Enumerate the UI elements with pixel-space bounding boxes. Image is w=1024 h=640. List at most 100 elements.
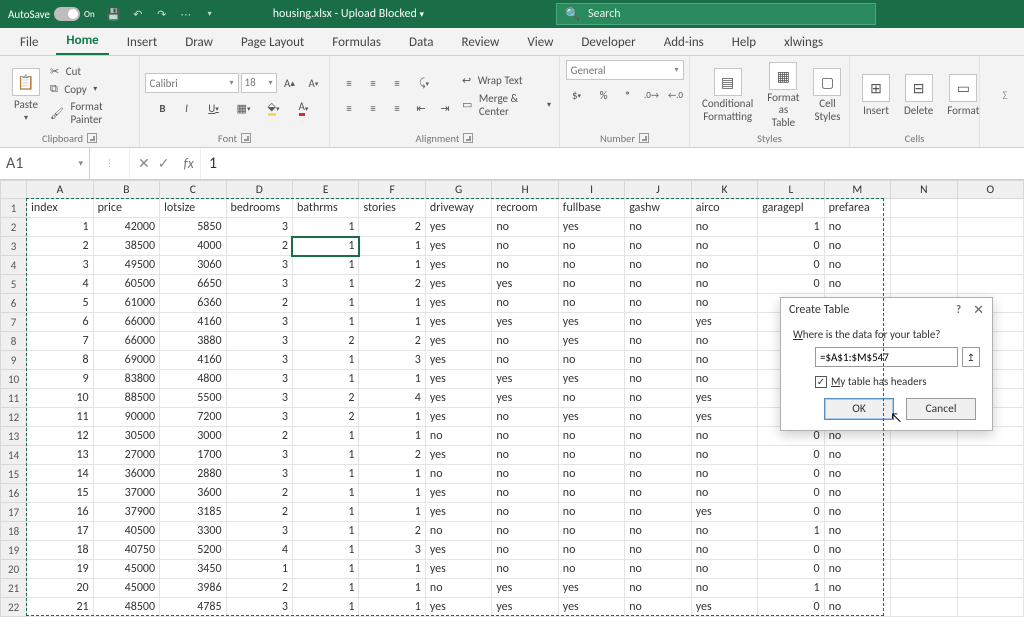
cell[interactable]: yes xyxy=(425,389,491,408)
row-header[interactable]: 22 xyxy=(1,598,27,617)
cell[interactable] xyxy=(957,256,1023,275)
column-header-I[interactable]: I xyxy=(558,181,624,199)
cell[interactable]: no xyxy=(558,446,624,465)
cell[interactable]: no xyxy=(691,579,757,598)
cell[interactable]: yes xyxy=(492,275,558,294)
tab-data[interactable]: Data xyxy=(399,30,444,55)
cell[interactable]: no xyxy=(492,560,558,579)
cell[interactable]: 18 xyxy=(27,541,93,560)
cell[interactable]: no xyxy=(691,294,757,313)
autosave-toggle[interactable] xyxy=(54,7,80,21)
cell[interactable]: 3880 xyxy=(160,332,226,351)
cell[interactable] xyxy=(957,541,1023,560)
cell[interactable]: bathrms xyxy=(292,199,358,218)
cell[interactable]: 3 xyxy=(226,256,292,275)
cell[interactable]: 2 xyxy=(292,389,358,408)
tab-file[interactable]: File xyxy=(10,30,48,55)
cell[interactable]: 1 xyxy=(292,256,358,275)
column-header-B[interactable]: B xyxy=(93,181,159,199)
cell[interactable]: 40750 xyxy=(93,541,159,560)
align-center-button[interactable]: ≡ xyxy=(362,98,384,118)
cell[interactable]: 1 xyxy=(758,218,824,237)
cell[interactable]: no xyxy=(625,313,691,332)
row-header[interactable]: 3 xyxy=(1,237,27,256)
cell[interactable]: 2 xyxy=(27,237,93,256)
cell[interactable] xyxy=(891,560,957,579)
cell[interactable] xyxy=(957,484,1023,503)
cell[interactable]: 69000 xyxy=(93,351,159,370)
cancel-formula-icon[interactable]: ✕ xyxy=(138,155,150,172)
cell[interactable]: no xyxy=(492,522,558,541)
format-painter-button[interactable]: 🖌 Format Painter xyxy=(50,100,131,126)
cell[interactable]: 5200 xyxy=(160,541,226,560)
cell[interactable]: no xyxy=(824,522,890,541)
cell[interactable]: yes xyxy=(425,351,491,370)
merge-center-button[interactable]: ▭ Merge & Center ▾ xyxy=(462,92,551,118)
cell[interactable]: 3 xyxy=(226,389,292,408)
cell[interactable]: 0 xyxy=(758,560,824,579)
cell[interactable]: 7 xyxy=(27,332,93,351)
italic-button[interactable]: I xyxy=(176,98,198,118)
row-header[interactable]: 8 xyxy=(1,332,27,351)
cell[interactable]: 90000 xyxy=(93,408,159,427)
autosum-button[interactable]: Σ xyxy=(994,86,1016,106)
cell[interactable]: no xyxy=(492,465,558,484)
cell[interactable]: no xyxy=(625,598,691,617)
cell[interactable]: no xyxy=(691,522,757,541)
cell[interactable]: no xyxy=(558,522,624,541)
cell[interactable]: 3 xyxy=(359,351,425,370)
cell[interactable]: no xyxy=(558,237,624,256)
cell[interactable]: yes xyxy=(492,313,558,332)
dialog-help-icon[interactable]: ? xyxy=(956,303,961,318)
cell[interactable]: 1 xyxy=(292,370,358,389)
cell[interactable] xyxy=(891,199,957,218)
cell[interactable]: no xyxy=(824,541,890,560)
cell[interactable]: yes xyxy=(492,579,558,598)
column-header-D[interactable]: D xyxy=(226,181,292,199)
cell[interactable]: 2 xyxy=(226,294,292,313)
cell[interactable]: 1 xyxy=(292,541,358,560)
cell[interactable]: no xyxy=(625,484,691,503)
cell[interactable]: 2 xyxy=(226,503,292,522)
cell[interactable]: 38500 xyxy=(93,237,159,256)
cell[interactable]: 2 xyxy=(359,522,425,541)
cell[interactable]: no xyxy=(691,351,757,370)
cell[interactable]: no xyxy=(492,408,558,427)
cell[interactable]: bedrooms xyxy=(226,199,292,218)
cell[interactable]: 6650 xyxy=(160,275,226,294)
cell[interactable]: yes xyxy=(558,598,624,617)
cell[interactable]: 1 xyxy=(359,313,425,332)
row-header[interactable]: 21 xyxy=(1,579,27,598)
cell[interactable]: 4 xyxy=(359,389,425,408)
cell[interactable]: no xyxy=(691,218,757,237)
cell[interactable]: no xyxy=(824,579,890,598)
tab-add-ins[interactable]: Add-ins xyxy=(654,30,714,55)
cell[interactable]: yes xyxy=(691,408,757,427)
cell[interactable]: 1 xyxy=(359,370,425,389)
cell[interactable]: 3600 xyxy=(160,484,226,503)
copy-button[interactable]: ⧉ Copy ▾ xyxy=(50,82,131,96)
cell[interactable]: 1 xyxy=(359,256,425,275)
cell[interactable]: 2 xyxy=(226,484,292,503)
cell[interactable]: 60500 xyxy=(93,275,159,294)
row-header[interactable]: 13 xyxy=(1,427,27,446)
ok-button[interactable]: OK xyxy=(824,398,894,420)
column-header-F[interactable]: F xyxy=(359,181,425,199)
cell[interactable]: no xyxy=(691,275,757,294)
cell[interactable]: yes xyxy=(691,598,757,617)
cell[interactable]: 3 xyxy=(226,370,292,389)
column-header-H[interactable]: H xyxy=(492,181,558,199)
cell[interactable]: 1 xyxy=(758,522,824,541)
cell[interactable] xyxy=(957,560,1023,579)
cell[interactable]: no xyxy=(492,427,558,446)
cell[interactable]: 1 xyxy=(226,560,292,579)
cell[interactable] xyxy=(957,446,1023,465)
cell[interactable]: 30500 xyxy=(93,427,159,446)
cut-button[interactable]: ✂ Cut xyxy=(50,65,131,78)
cell[interactable] xyxy=(891,256,957,275)
delete-cells-button[interactable]: ⊟Delete xyxy=(900,72,937,119)
cell[interactable]: 3 xyxy=(226,446,292,465)
column-header-E[interactable]: E xyxy=(292,181,358,199)
cell[interactable]: 2880 xyxy=(160,465,226,484)
align-middle-button[interactable]: ≡ xyxy=(362,73,384,93)
